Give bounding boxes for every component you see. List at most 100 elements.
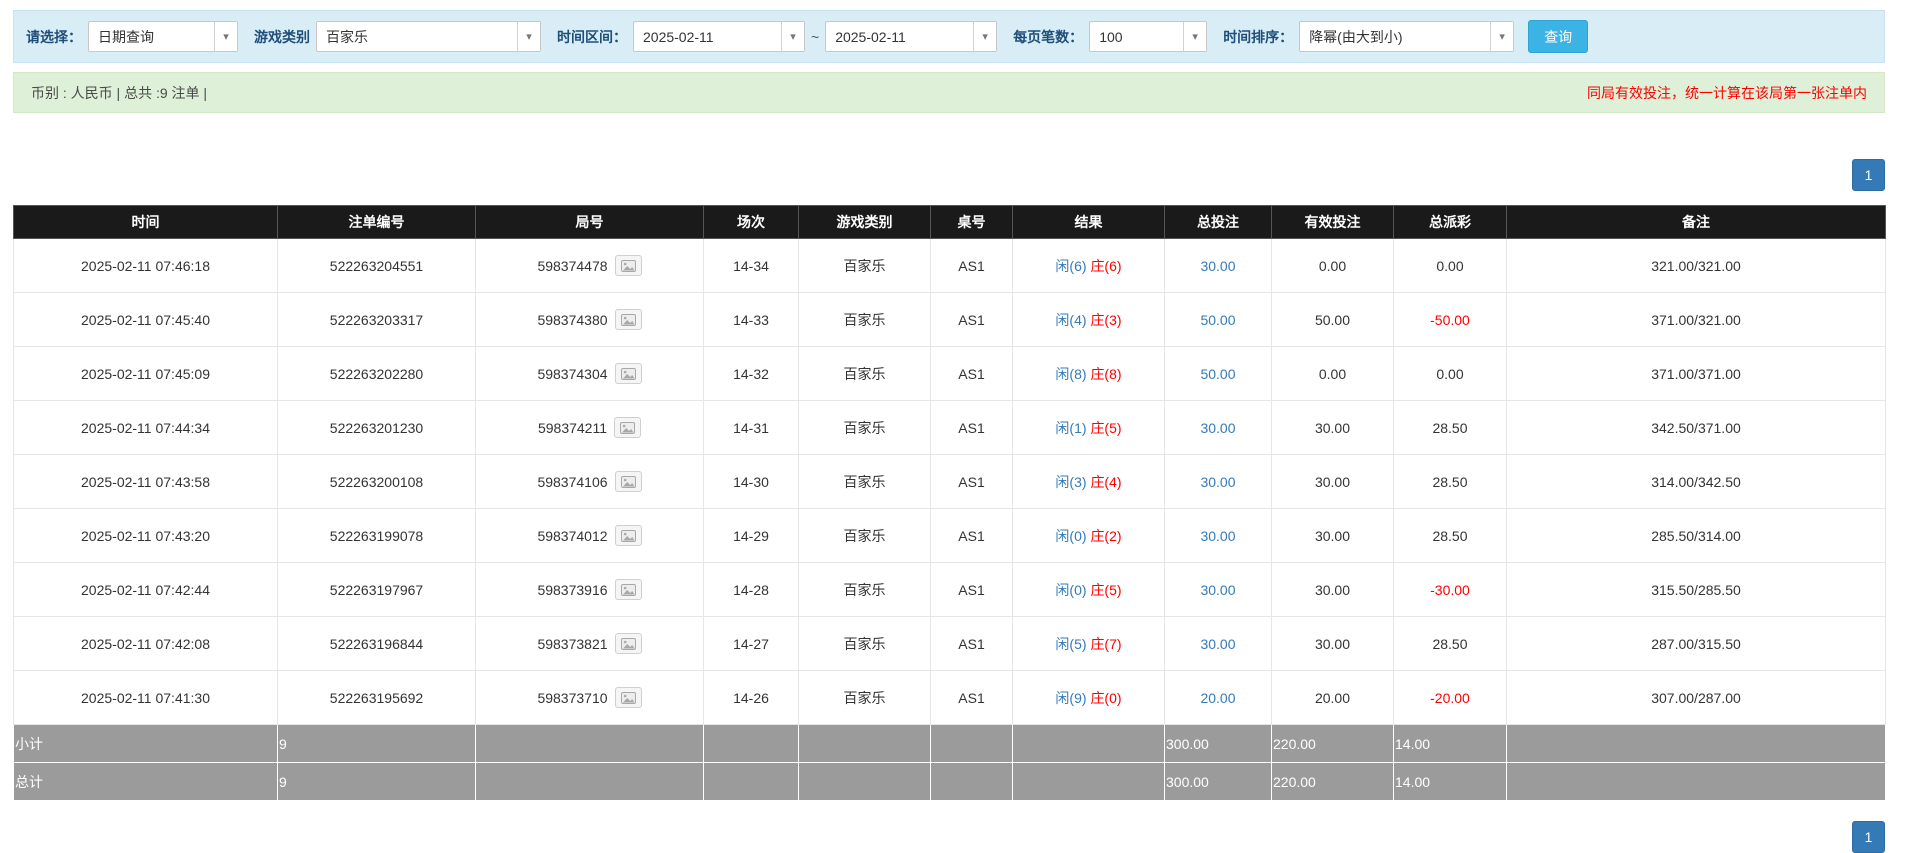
cell-time: 2025-02-11 07:42:44 bbox=[13, 562, 278, 617]
table-row: 2025-02-11 07:44:34 522263201230 5983742… bbox=[13, 400, 1886, 455]
view-cards-icon[interactable] bbox=[614, 633, 642, 654]
table-row: 2025-02-11 07:42:08 522263196844 5983738… bbox=[13, 616, 1886, 671]
cell-result: 闲(0) 庄(2) bbox=[1012, 508, 1165, 563]
cell-total-bet: 50.00 bbox=[1164, 292, 1272, 347]
cell-remark: 314.00/342.50 bbox=[1506, 454, 1886, 509]
view-cards-icon[interactable] bbox=[614, 471, 642, 492]
table-row: 2025-02-11 07:43:58 522263200108 5983741… bbox=[13, 454, 1886, 509]
round-number: 598374380 bbox=[537, 311, 608, 328]
cell-valid-bet: 50.00 bbox=[1271, 292, 1394, 347]
query-button[interactable]: 查询 bbox=[1528, 20, 1589, 53]
cell-session: 14-28 bbox=[703, 562, 799, 617]
cell-valid-bet: 30.00 bbox=[1271, 562, 1394, 617]
total-bet-link[interactable]: 30.00 bbox=[1200, 528, 1235, 544]
cell-remark: 371.00/371.00 bbox=[1506, 346, 1886, 401]
date-from-picker[interactable]: 2025-02-11 ▾ bbox=[633, 21, 805, 52]
banker-result: 庄(4) bbox=[1090, 473, 1122, 490]
total-bet-link[interactable]: 20.00 bbox=[1200, 690, 1235, 706]
subtotal-count: 9 bbox=[277, 724, 476, 763]
total-bet-link[interactable]: 30.00 bbox=[1200, 258, 1235, 274]
header-round: 局号 bbox=[475, 205, 704, 239]
cell-bet-no: 522263203317 bbox=[277, 292, 476, 347]
cell-session: 14-27 bbox=[703, 616, 799, 671]
header-time: 时间 bbox=[13, 205, 278, 239]
cell-result: 闲(6) 庄(6) bbox=[1012, 238, 1165, 293]
table-row: 2025-02-11 07:43:20 522263199078 5983740… bbox=[13, 508, 1886, 563]
total-total-bet: 300.00 bbox=[1164, 762, 1272, 801]
player-result: 闲(3) bbox=[1055, 473, 1087, 490]
total-bet-link[interactable]: 30.00 bbox=[1200, 420, 1235, 436]
cell-table-no: AS1 bbox=[930, 454, 1013, 509]
time-sort-dropdown[interactable]: 降幂(由大到小) ▾ bbox=[1299, 21, 1515, 52]
view-cards-icon[interactable] bbox=[614, 579, 642, 600]
player-result: 闲(4) bbox=[1055, 311, 1087, 328]
cell-session: 14-26 bbox=[703, 670, 799, 725]
subtotal-label: 小计 bbox=[13, 724, 278, 763]
cell-remark: 315.50/285.50 bbox=[1506, 562, 1886, 617]
view-cards-icon[interactable] bbox=[614, 687, 642, 708]
cell-time: 2025-02-11 07:43:20 bbox=[13, 508, 278, 563]
cell-table-no: AS1 bbox=[930, 508, 1013, 563]
time-sort-label: 时间排序： bbox=[1223, 28, 1294, 45]
view-cards-icon[interactable] bbox=[614, 255, 642, 276]
page-1-button[interactable]: 1 bbox=[1852, 821, 1885, 853]
cell-bet-no: 522263199078 bbox=[277, 508, 476, 563]
per-page-dropdown[interactable]: 100 ▾ bbox=[1089, 21, 1208, 52]
view-cards-icon[interactable] bbox=[614, 417, 642, 438]
cell-valid-bet: 30.00 bbox=[1271, 508, 1394, 563]
cell-total-bet: 50.00 bbox=[1164, 346, 1272, 401]
table-body: 2025-02-11 07:46:18 522263204551 5983744… bbox=[13, 238, 1886, 725]
total-bet-link[interactable]: 50.00 bbox=[1200, 366, 1235, 382]
cell-time: 2025-02-11 07:43:58 bbox=[13, 454, 278, 509]
table-row: 2025-02-11 07:45:40 522263203317 5983743… bbox=[13, 292, 1886, 347]
player-result: 闲(1) bbox=[1055, 419, 1087, 436]
chevron-down-icon: ▾ bbox=[1490, 22, 1514, 51]
player-result: 闲(6) bbox=[1055, 257, 1087, 274]
cell-result: 闲(5) 庄(7) bbox=[1012, 616, 1165, 671]
view-cards-icon[interactable] bbox=[614, 363, 642, 384]
select-type-label: 请选择： bbox=[26, 28, 82, 45]
cell-payout: -20.00 bbox=[1393, 670, 1507, 725]
view-cards-icon[interactable] bbox=[614, 309, 642, 330]
cell-payout: 28.50 bbox=[1393, 454, 1507, 509]
total-bet-link[interactable]: 50.00 bbox=[1200, 312, 1235, 328]
page-1-button[interactable]: 1 bbox=[1852, 159, 1885, 191]
cell-payout: 0.00 bbox=[1393, 238, 1507, 293]
cell-total-bet: 30.00 bbox=[1164, 400, 1272, 455]
cell-game: 百家乐 bbox=[798, 508, 931, 563]
date-to-picker[interactable]: 2025-02-11 ▾ bbox=[825, 21, 998, 52]
total-valid-bet: 220.00 bbox=[1271, 762, 1394, 801]
subtotal-payout: 14.00 bbox=[1393, 724, 1507, 763]
cell-total-bet: 30.00 bbox=[1164, 562, 1272, 617]
round-number: 598373821 bbox=[537, 635, 608, 652]
cell-table-no: AS1 bbox=[930, 292, 1013, 347]
view-cards-icon[interactable] bbox=[614, 525, 642, 546]
banker-result: 庄(5) bbox=[1090, 581, 1122, 598]
cell-payout: 28.50 bbox=[1393, 400, 1507, 455]
cell-remark: 371.00/321.00 bbox=[1506, 292, 1886, 347]
notice-text: 同局有效投注，统一计算在该局第一张注单内 bbox=[1587, 84, 1867, 101]
game-type-dropdown[interactable]: 百家乐 ▾ bbox=[316, 21, 541, 52]
cell-round: 598373710 bbox=[475, 670, 704, 725]
query-type-value: 日期查询 bbox=[98, 28, 154, 45]
round-number: 598374106 bbox=[537, 473, 608, 490]
cell-remark: 307.00/287.00 bbox=[1506, 670, 1886, 725]
cell-round: 598374380 bbox=[475, 292, 704, 347]
cell-game: 百家乐 bbox=[798, 346, 931, 401]
total-bet-link[interactable]: 30.00 bbox=[1200, 582, 1235, 598]
cell-time: 2025-02-11 07:46:18 bbox=[13, 238, 278, 293]
cell-round: 598374012 bbox=[475, 508, 704, 563]
cell-result: 闲(9) 庄(0) bbox=[1012, 670, 1165, 725]
total-bet-link[interactable]: 30.00 bbox=[1200, 474, 1235, 490]
player-result: 闲(5) bbox=[1055, 635, 1087, 652]
query-type-dropdown[interactable]: 日期查询 ▾ bbox=[88, 21, 238, 52]
cell-round: 598374211 bbox=[475, 400, 704, 455]
cell-table-no: AS1 bbox=[930, 616, 1013, 671]
records-table: 时间 注单编号 局号 场次 游戏类别 桌号 结果 总投注 有效投注 总派彩 备注… bbox=[13, 205, 1886, 801]
cell-game: 百家乐 bbox=[798, 562, 931, 617]
header-session: 场次 bbox=[703, 205, 799, 239]
total-bet-link[interactable]: 30.00 bbox=[1200, 636, 1235, 652]
banker-result: 庄(0) bbox=[1090, 689, 1122, 706]
date-separator: ~ bbox=[811, 28, 820, 45]
cell-bet-no: 522263200108 bbox=[277, 454, 476, 509]
